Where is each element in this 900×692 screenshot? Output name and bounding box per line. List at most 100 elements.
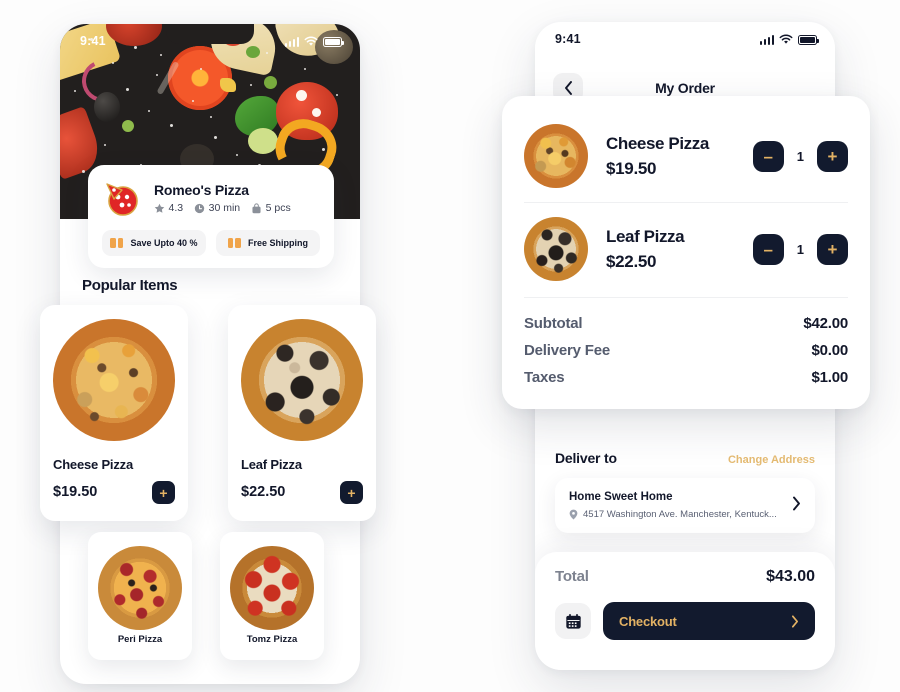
left-status-bar: 9:41 [60, 24, 360, 58]
pea-2 [264, 76, 277, 89]
checkout-label: Checkout [619, 613, 677, 629]
address-card[interactable]: Home Sweet Home 4517 Washington Ave. Man… [555, 478, 815, 533]
order-item-price: $22.50 [606, 251, 657, 271]
address-chevron [792, 496, 801, 516]
add-to-cart-button[interactable]: + [152, 481, 175, 504]
summary-row-subtotal: Subtotal $42.00 [524, 310, 848, 337]
increase-quantity-button[interactable]: + [817, 233, 848, 265]
order-summary-card: Cheese Pizza $19.50 – 1 + Leaf Pizza $22… [502, 96, 870, 409]
order-item-name: Cheese Pizza [606, 133, 709, 153]
address-line: 4517 Washington Ave. Manchester, Kentuck… [583, 509, 777, 520]
popular-item-card-cheese-pizza[interactable]: Cheese Pizza $19.50 + [40, 305, 188, 521]
time-value: 30 min [208, 202, 241, 214]
summary-value: $1.00 [811, 369, 848, 386]
menu-item-name: Tomz Pizza [246, 634, 298, 645]
menu-item-card-tomz-pizza[interactable]: Tomz Pizza [220, 532, 324, 660]
cellular-bars-icon [759, 35, 774, 45]
rating-value: 4.3 [168, 202, 184, 214]
corn-bit [220, 78, 236, 92]
rating-meta: 4.3 [154, 202, 183, 214]
wifi-icon [779, 34, 793, 44]
deliver-to-label: Deliver to [555, 450, 617, 466]
ticket-icon [110, 238, 124, 248]
ticket-icon [227, 238, 241, 248]
quantity-value: 1 [796, 241, 804, 257]
promo-chip-shipping[interactable]: Free Shipping [216, 230, 320, 256]
order-item-info: Cheese Pizza $19.50 [606, 134, 753, 179]
change-address-link[interactable]: Change Address [728, 454, 815, 466]
total-label: Total [555, 568, 589, 585]
order-line-item[interactable]: Leaf Pizza $22.50 – 1 + [524, 202, 848, 295]
popular-item-name: Cheese Pizza [53, 457, 133, 472]
quantity-stepper: – 1 + [752, 140, 848, 172]
decrease-quantity-button[interactable]: – [752, 233, 784, 265]
battery-icon [323, 37, 344, 47]
deliver-section: Deliver to Change Address Home Sweet Hom… [555, 450, 815, 533]
battery-icon [798, 35, 819, 45]
calendar-icon [565, 613, 581, 629]
promo-chip-row: Save Upto 40 % Free Shipping [102, 230, 320, 256]
peri-pizza-image [98, 546, 182, 630]
status-icons [284, 36, 344, 47]
status-time: 9:41 [80, 34, 106, 48]
order-item-name: Leaf Pizza [606, 226, 685, 246]
bag-icon [252, 202, 261, 213]
summary-label: Subtotal [524, 315, 583, 332]
restaurant-meta: 4.3 30 min 5 pcs [154, 202, 291, 214]
location-pin-icon [569, 509, 578, 520]
green-olive [248, 128, 278, 154]
popular-item-card-leaf-pizza[interactable]: Leaf Pizza $22.50 + [228, 305, 376, 521]
restaurant-name: Romeo's Pizza [154, 182, 249, 198]
order-summary-totals: Subtotal $42.00 Delivery Fee $0.00 Taxes… [524, 297, 848, 391]
restaurant-top-row: Romeo's Pizza 4.3 30 min 5 pcs [102, 178, 320, 218]
summary-row-delivery-fee: Delivery Fee $0.00 [524, 337, 848, 364]
summary-label: Taxes [524, 369, 565, 386]
leaf-pizza-image [241, 319, 363, 441]
cellular-bars-icon [284, 37, 299, 47]
order-line-item[interactable]: Cheese Pizza $19.50 – 1 + [524, 110, 848, 202]
popular-items-title: Popular Items [82, 277, 178, 294]
total-row: Total $43.00 [555, 568, 815, 586]
restaurant-text-block: Romeo's Pizza 4.3 30 min 5 pcs [154, 182, 291, 214]
checkout-footer: Total $43.00 Checkout [535, 552, 835, 670]
cheese-pizza-image [53, 319, 175, 441]
add-to-cart-button[interactable]: + [340, 481, 363, 504]
menu-item-name: Peri Pizza [117, 634, 163, 645]
quantity-stepper: – 1 + [752, 233, 848, 265]
decrease-quantity-button[interactable]: – [752, 140, 784, 172]
deliver-header-row: Deliver to Change Address [555, 450, 815, 466]
increase-quantity-button[interactable]: + [817, 140, 848, 172]
time-meta: 30 min [194, 202, 240, 214]
order-item-price: $19.50 [606, 158, 657, 178]
total-value: $43.00 [766, 568, 815, 585]
checkout-button[interactable]: Checkout [603, 602, 815, 640]
status-icons [759, 34, 819, 45]
restaurant-info-card[interactable]: Romeo's Pizza 4.3 30 min 5 pcs Save Upto… [88, 165, 334, 268]
tomz-pizza-image [230, 546, 314, 630]
status-time: 9:41 [555, 32, 581, 46]
pepper-dot [296, 90, 307, 101]
address-name: Home Sweet Home [569, 491, 673, 503]
pizza-slice-logo-icon [106, 183, 138, 216]
order-item-image-leaf-pizza [524, 217, 588, 281]
menu-item-card-peri-pizza[interactable]: Peri Pizza [88, 532, 192, 660]
address-line-row: 4517 Washington Ave. Manchester, Kentuck… [569, 509, 777, 520]
popular-item-price: $22.50 [241, 484, 286, 500]
pea [122, 120, 134, 132]
chevron-right-icon [791, 614, 799, 628]
summary-value: $42.00 [803, 315, 848, 332]
chevron-right-icon [793, 496, 800, 510]
page-title: My Order [655, 80, 715, 96]
right-status-bar: 9:41 [535, 22, 835, 56]
pieces-value: 5 pcs [265, 202, 291, 214]
pepper-dot-2 [312, 108, 321, 117]
schedule-button[interactable] [555, 603, 591, 639]
clock-icon [194, 203, 205, 213]
pieces-meta: 5 pcs [251, 202, 291, 214]
popular-item-price: $19.50 [53, 484, 98, 500]
summary-label: Delivery Fee [524, 342, 610, 359]
promo-chip-save[interactable]: Save Upto 40 % [102, 230, 206, 256]
wifi-icon [304, 36, 318, 46]
star-icon [154, 203, 165, 213]
promo-chip-shipping-label: Free Shipping [247, 238, 308, 248]
